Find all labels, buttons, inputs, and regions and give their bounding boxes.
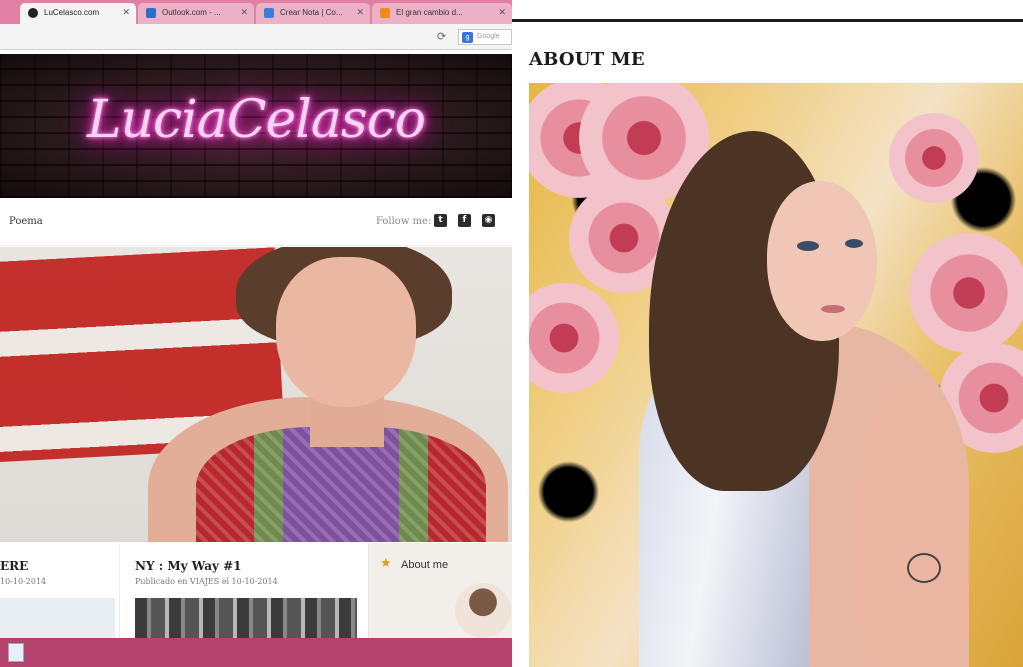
taskbar xyxy=(0,638,512,667)
portrait-illustration xyxy=(529,83,1023,667)
post-title[interactable]: ERE xyxy=(0,559,28,573)
tab-crear-nota[interactable]: Crear Nota | Co... ✕ xyxy=(256,3,370,24)
nav-item-poema[interactable]: Poema xyxy=(9,216,43,227)
post-card[interactable]: NY : My Way #1 Publicado en VIAJES el 10… xyxy=(126,543,362,638)
site-favicon-icon xyxy=(28,8,38,18)
rose-decoration xyxy=(889,113,979,203)
about-widget-title: About me xyxy=(401,559,449,571)
post-meta: Publicado en VIAJES el 10-10-2014 xyxy=(135,577,278,586)
figure-eye xyxy=(845,239,863,248)
about-thumbnail[interactable] xyxy=(455,583,511,638)
outlook-favicon-icon xyxy=(146,8,156,18)
site-navbar: Poema Follow me: t f ◉ xyxy=(0,198,512,246)
reload-icon[interactable]: ⟳ xyxy=(437,30,446,43)
hero-face xyxy=(276,257,416,407)
figure-lips xyxy=(821,305,845,313)
instagram-icon[interactable]: ◉ xyxy=(482,214,495,227)
close-tab-icon[interactable]: ✕ xyxy=(498,7,506,18)
tab-lucelasco[interactable]: LuCelasco.com ✕ xyxy=(20,3,136,24)
tattoo-icon xyxy=(907,553,941,583)
tab-outlook[interactable]: Outlook.com - ... ✕ xyxy=(138,3,254,24)
about-page: ABOUT ME xyxy=(512,0,1023,667)
close-tab-icon[interactable]: ✕ xyxy=(240,7,248,18)
file-icon[interactable] xyxy=(8,643,24,662)
figure-face xyxy=(767,181,877,341)
close-tab-icon[interactable]: ✕ xyxy=(122,7,130,18)
neon-logo[interactable]: LuciaCelasco xyxy=(0,90,512,150)
address-bar: ⟳ g Google xyxy=(0,24,512,50)
hero-photo[interactable] xyxy=(0,247,512,542)
rose-decoration xyxy=(909,233,1023,353)
close-tab-icon[interactable]: ✕ xyxy=(356,7,364,18)
post-cards: ERE 10-10-2014 NY : My Way #1 Publicado … xyxy=(0,543,512,638)
post-date: 10-10-2014 xyxy=(0,577,47,586)
post-thumbnail[interactable] xyxy=(0,598,115,638)
figure-eye xyxy=(797,241,819,251)
tab-label: El gran cambio d... xyxy=(396,8,463,17)
tab-label: Outlook.com - ... xyxy=(162,8,221,17)
google-search-icon: g xyxy=(462,32,473,43)
page-title: ABOUT ME xyxy=(529,49,645,70)
post-thumbnail[interactable] xyxy=(135,598,357,638)
tab-label: LuCelasco.com xyxy=(44,8,100,17)
tab-bar: LuCelasco.com ✕ Outlook.com - ... ✕ Crea… xyxy=(0,0,512,24)
browser-window: LuCelasco.com ✕ Outlook.com - ... ✕ Crea… xyxy=(0,0,512,667)
post-card[interactable]: ERE 10-10-2014 xyxy=(0,543,120,638)
tab-label: Crear Nota | Co... xyxy=(280,8,343,17)
site-banner: LuciaCelasco xyxy=(0,54,512,198)
note-favicon-icon xyxy=(264,8,274,18)
figure-arm xyxy=(859,383,969,667)
tumblr-icon[interactable]: t xyxy=(434,214,447,227)
top-divider xyxy=(512,19,1023,22)
search-placeholder: Google xyxy=(477,33,500,40)
sidebar-about-widget: ★ About me xyxy=(368,543,512,638)
blogger-favicon-icon xyxy=(380,8,390,18)
post-title[interactable]: NY : My Way #1 xyxy=(135,559,242,573)
facebook-icon[interactable]: f xyxy=(458,214,471,227)
search-box[interactable]: g Google xyxy=(458,29,512,45)
star-icon: ★ xyxy=(380,555,392,570)
follow-label: Follow me: xyxy=(376,216,432,227)
tab-gran-cambio[interactable]: El gran cambio d... ✕ xyxy=(372,3,512,24)
